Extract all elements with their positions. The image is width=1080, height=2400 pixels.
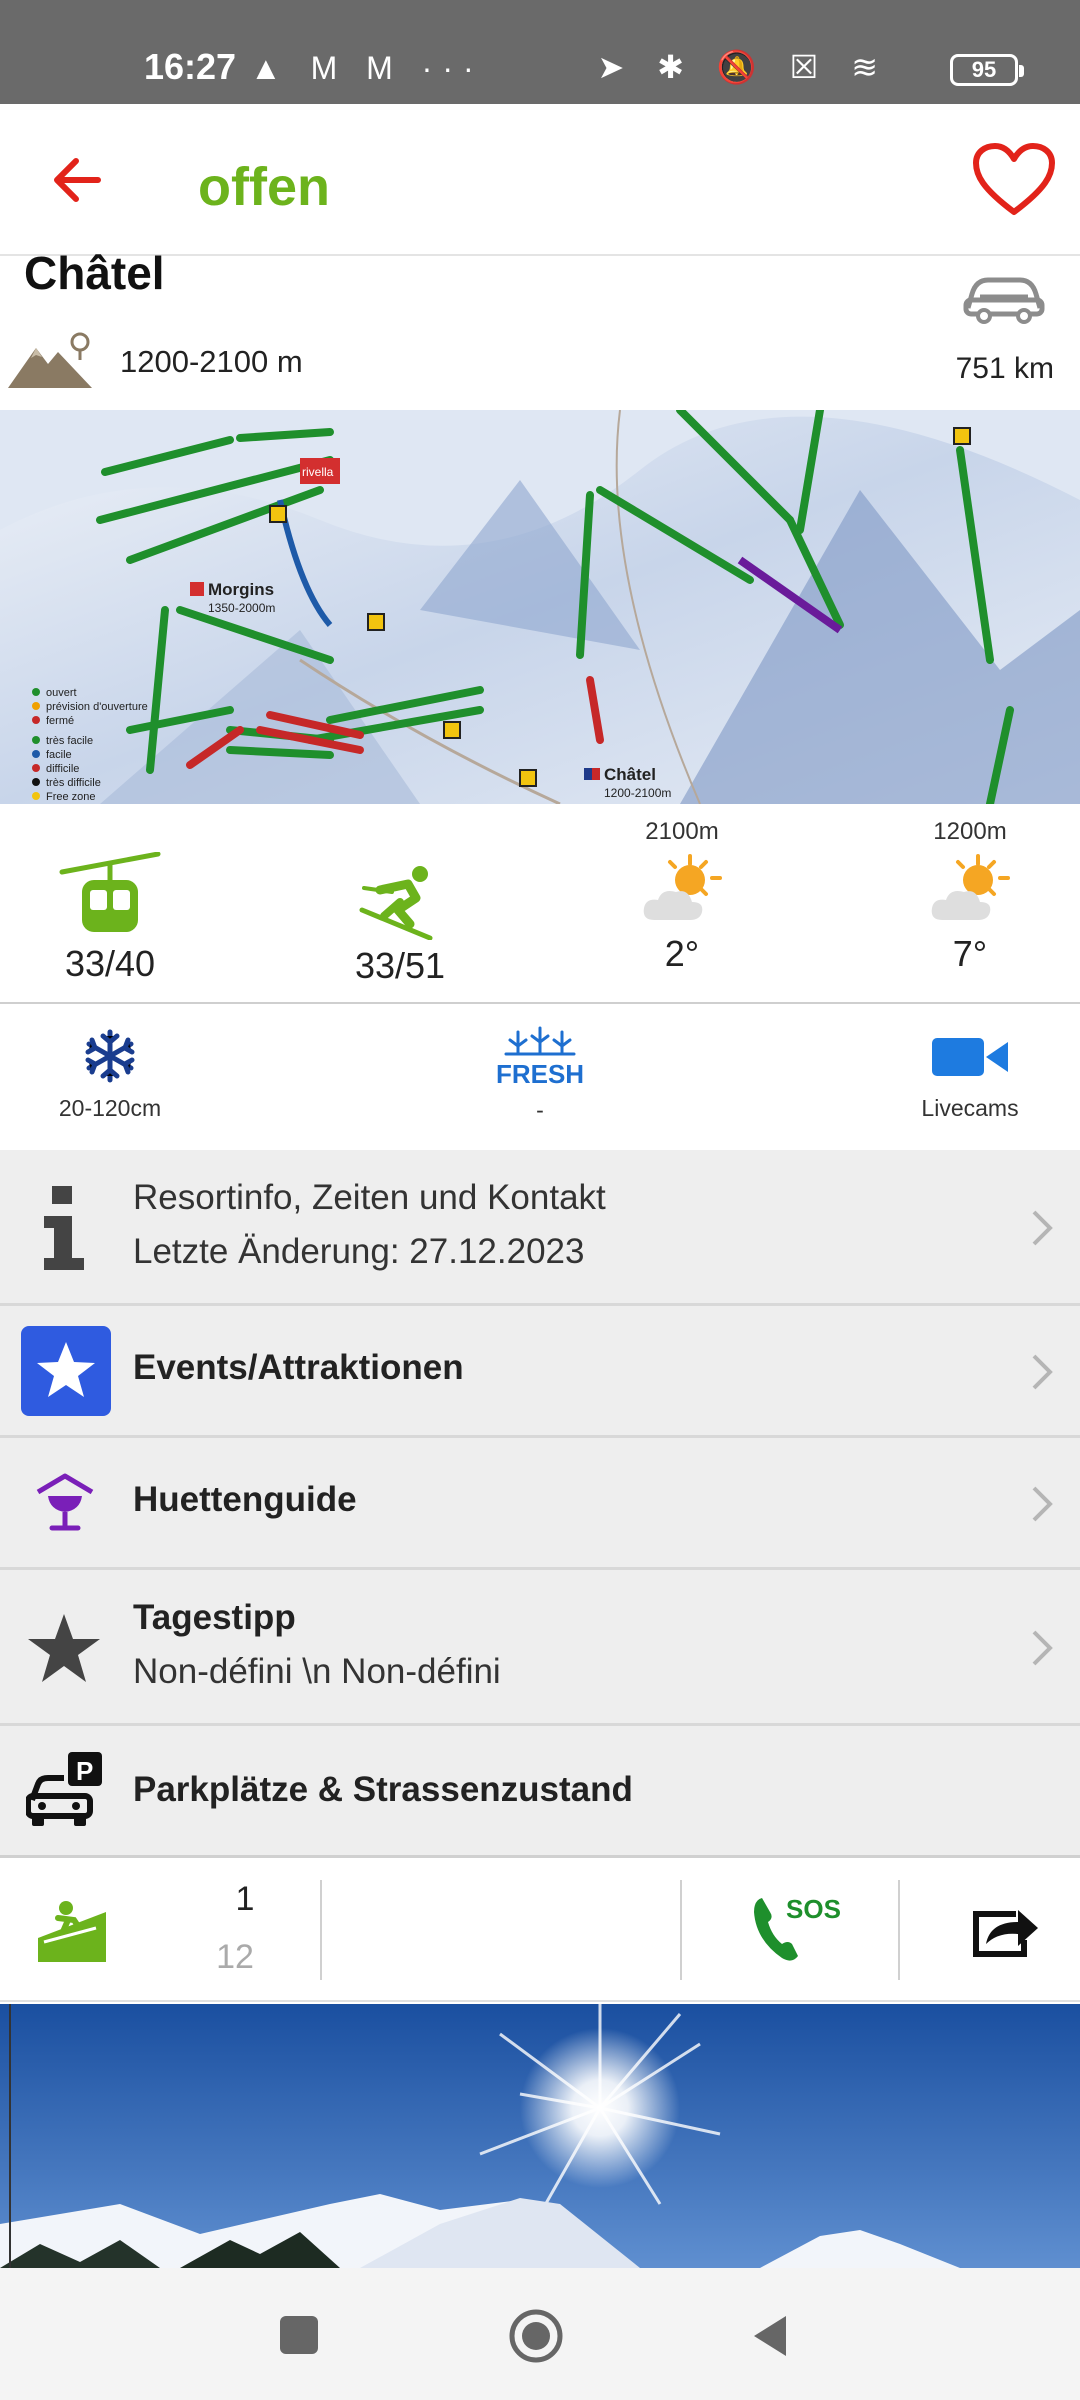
snow-depth-stat: 20-120cm [30, 1028, 190, 1122]
weather-bottom-temperature: 7° [952, 933, 988, 974]
distance-label: 751 km [955, 352, 1054, 385]
legend-item: fermé [46, 715, 74, 727]
weather-top-altitude: 2100m [645, 818, 719, 845]
map-label-morgins-alt: 1350-2000m [208, 601, 275, 615]
chevron-right-icon [1032, 1486, 1053, 1522]
weather-bottom-altitude: 1200m [933, 818, 1007, 845]
system-nav-bar [0, 2268, 1080, 2400]
menu-item-huts[interactable]: Huettenguide [0, 1438, 1080, 1570]
divider [680, 1880, 682, 1980]
menu-huts-label: Huettenguide [133, 1480, 357, 1519]
map-label-chatel-alt: 1200-2100m [604, 786, 671, 800]
counter-total: 12 [216, 1938, 254, 1976]
mountain-location-icon [8, 332, 92, 388]
legend-item: ouvert [46, 687, 77, 699]
legend-item: facile [46, 749, 72, 761]
slopes-open-count: 33/51 [354, 945, 446, 986]
hut-icon [36, 1473, 94, 1531]
map-label-rivella: rivella [302, 465, 334, 479]
page-title: offen [198, 157, 330, 217]
menu-item-resortinfo[interactable]: Resortinfo, Zeiten und Kontakt Letzte Än… [0, 1150, 1080, 1306]
legend-item: Free zone [46, 791, 96, 803]
menu-item-parking[interactable]: P Parkplätze & Strassenzustand [0, 1726, 1080, 1858]
system-status-icons: ➤ ✱ 🔕 ☒ ≋ [597, 49, 890, 85]
altitude-range: 1200-2100 m [120, 344, 303, 379]
menu-tip-title: Tagestipp [133, 1598, 296, 1637]
car-parking-icon: P [26, 1752, 102, 1826]
svg-text:P: P [76, 1756, 93, 1786]
map-label-chatel: Châtel [604, 765, 656, 784]
app-bar: offen [0, 104, 1080, 256]
menu-item-events[interactable]: Events/Attraktionen [0, 1306, 1080, 1438]
skier-icon [359, 866, 433, 941]
avalanche-icon[interactable] [38, 1898, 106, 1962]
snowflake-icon [85, 1029, 135, 1083]
divider [320, 1880, 322, 1980]
legend-item: très facile [46, 735, 93, 747]
action-bar: 1 12 SOS [0, 1858, 1080, 2002]
lifts-stat: 33/40 [40, 851, 180, 985]
sos-label: SOS [786, 1894, 841, 1924]
chevron-right-icon [1032, 1354, 1053, 1390]
sos-call-button[interactable]: SOS [752, 1888, 841, 1968]
menu-events-label: Events/Attraktionen [133, 1348, 464, 1387]
fresh-snow-stat: FRESH - [460, 1026, 620, 1124]
star-badge-icon [21, 1326, 111, 1416]
back-button[interactable] [750, 2314, 790, 2358]
menu-resortinfo-updated: Letzte Änderung: 27.12.2023 [133, 1232, 585, 1271]
map-label-morgins: Morgins [208, 580, 274, 599]
counter-current: 1 [235, 1880, 255, 1918]
fresh-snow-value: - [536, 1097, 544, 1123]
notification-icons: ▲ M M ··· [250, 50, 484, 86]
snow-depth-value: 20-120cm [58, 1095, 162, 1121]
heart-outline-icon[interactable] [972, 142, 1056, 218]
chevron-right-icon [1032, 1630, 1053, 1666]
trail-map[interactable]: rivella Morgins 1350-2000m Châtel 1200-2… [0, 410, 1080, 804]
fresh-snow-icon [504, 1026, 576, 1056]
menu-item-daily-tip[interactable]: Tagestipp Non-défini \n Non-défini [0, 1570, 1080, 1726]
battery-icon: 95 [950, 54, 1024, 86]
livecams-label: Livecams [921, 1095, 1019, 1121]
arrow-left-icon[interactable] [48, 150, 108, 210]
car-icon [963, 277, 1045, 324]
info-icon [44, 1186, 84, 1270]
resort-name: Châtel [24, 247, 165, 299]
legend-item: prévision d'ouverture [46, 701, 148, 713]
divider [0, 1002, 1080, 1004]
livecams-link[interactable]: Livecams [890, 1034, 1050, 1122]
menu-tip-value: Non-défini \n Non-défini [133, 1652, 501, 1691]
divider [898, 1880, 900, 1980]
weather-top-stat: 2100m 2° [612, 818, 752, 975]
menu-parking-label: Parkplätze & Strassenzustand [133, 1770, 633, 1809]
share-icon[interactable] [972, 1900, 1040, 1958]
chevron-right-icon [1032, 1210, 1053, 1246]
legend-item: difficile [46, 763, 79, 775]
recents-button[interactable] [280, 2316, 318, 2354]
weather-top-temperature: 2° [664, 933, 700, 974]
resort-photo-image [0, 2004, 1080, 2268]
video-camera-icon [932, 1038, 1008, 1076]
weather-bottom-stat: 1200m 7° [900, 818, 1040, 975]
slopes-stat: 33/51 [330, 864, 470, 987]
status-time: 16:27 [144, 46, 237, 87]
status-bar: 16:27 ▲ M M ··· ➤ ✱ 🔕 ☒ ≋ 95 [0, 0, 1080, 104]
menu-resortinfo-title: Resortinfo, Zeiten und Kontakt [133, 1178, 606, 1217]
legend-item: très difficile [46, 777, 101, 789]
gondola-icon [59, 851, 161, 932]
lifts-open-count: 33/40 [64, 943, 156, 984]
resort-photo [0, 2004, 1080, 2268]
home-button[interactable] [508, 2308, 564, 2364]
partly-cloudy-icon [931, 854, 1010, 920]
star-icon [28, 1614, 100, 1682]
trail-map-image: rivella Morgins 1350-2000m Châtel 1200-2… [0, 410, 1080, 804]
fresh-badge: FRESH [495, 1059, 585, 1089]
partly-cloudy-icon [643, 854, 722, 920]
